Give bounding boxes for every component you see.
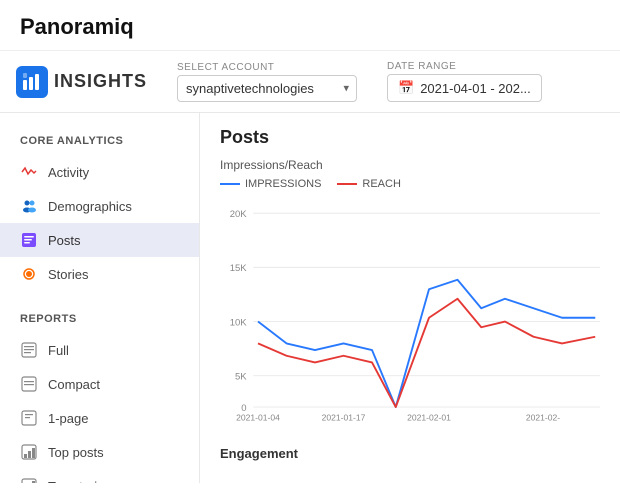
chart-label: Impressions/Reach: [220, 158, 600, 172]
account-select-wrapper: synaptivetechnologies: [177, 75, 357, 102]
svg-text:5K: 5K: [235, 372, 247, 383]
svg-text:2021-01-04: 2021-01-04: [236, 412, 280, 422]
compact-report-icon: [20, 375, 38, 393]
svg-text:15K: 15K: [230, 263, 248, 274]
svg-text:2021-02-: 2021-02-: [526, 412, 560, 422]
reports-section: REPORTS Full Compact 1-page: [0, 307, 199, 483]
engagement-label: Engagement: [220, 446, 600, 461]
svg-text:2021-01-17: 2021-01-17: [322, 412, 366, 422]
impressions-legend: IMPRESSIONS: [220, 178, 321, 190]
sidebar-item-full[interactable]: Full: [0, 333, 199, 367]
top-posts-icon: [20, 443, 38, 461]
account-select-label: SELECT ACCOUNT: [177, 62, 357, 73]
svg-text:10K: 10K: [230, 317, 248, 328]
sidebar-item-stories[interactable]: Stories: [0, 257, 199, 291]
main-content: Posts Impressions/Reach IMPRESSIONS REAC…: [200, 113, 620, 483]
core-analytics-title: CORE ANALYTICS: [0, 129, 199, 155]
sidebar-item-top-posts[interactable]: Top posts: [0, 435, 199, 469]
sidebar-item-activity[interactable]: Activity: [0, 155, 199, 189]
full-report-icon: [20, 341, 38, 359]
demographics-icon: [20, 197, 38, 215]
impressions-chart-container: Impressions/Reach IMPRESSIONS REACH 20K …: [220, 158, 600, 438]
sidebar-item-posts[interactable]: Posts: [0, 223, 199, 257]
page-title: Posts: [220, 127, 600, 148]
activity-icon: [20, 163, 38, 181]
date-range-group: DATE RANGE 📅 2021-04-01 - 202...: [387, 61, 542, 102]
svg-text:20K: 20K: [230, 209, 248, 220]
svg-text:2021-02-01: 2021-02-01: [407, 412, 451, 422]
posts-label: Posts: [48, 233, 81, 248]
top-stories-label: Top stories: [48, 479, 111, 484]
reach-legend-line: [337, 183, 357, 185]
account-select-group: SELECT ACCOUNT synaptivetechnologies: [177, 62, 357, 102]
posts-icon: [20, 231, 38, 249]
reports-title: REPORTS: [0, 307, 199, 333]
logo-text: INSIGHTS: [54, 71, 147, 92]
impressions-line: [258, 280, 595, 407]
impressions-legend-label: IMPRESSIONS: [245, 178, 321, 190]
logo-icon-box: [16, 66, 48, 98]
sidebar: CORE ANALYTICS Activity Demographics: [0, 113, 200, 483]
sidebar-item-1page[interactable]: 1-page: [0, 401, 199, 435]
sidebar-item-compact[interactable]: Compact: [0, 367, 199, 401]
insights-logo: INSIGHTS: [16, 66, 147, 98]
reach-legend: REACH: [337, 178, 401, 190]
sidebar-item-demographics[interactable]: Demographics: [0, 189, 199, 223]
date-range-label: DATE RANGE: [387, 61, 542, 72]
activity-label: Activity: [48, 165, 89, 180]
logo-svg: [22, 72, 42, 92]
1page-report-icon: [20, 409, 38, 427]
top-bar: INSIGHTS SELECT ACCOUNT synaptivetechnol…: [0, 51, 620, 113]
chart-svg-area: 20K 15K 10K 5K 0: [220, 198, 600, 438]
chart-legend: IMPRESSIONS REACH: [220, 178, 600, 190]
app-title: Panoramiq: [20, 14, 600, 40]
header: Panoramiq: [0, 0, 620, 51]
account-select[interactable]: synaptivetechnologies: [177, 75, 357, 102]
date-range-value[interactable]: 📅 2021-04-01 - 202...: [387, 74, 542, 102]
top-stories-icon: [20, 477, 38, 483]
date-range-text: 2021-04-01 - 202...: [420, 81, 531, 96]
reach-legend-label: REACH: [362, 178, 401, 190]
compact-label: Compact: [48, 377, 100, 392]
1page-label: 1-page: [48, 411, 88, 426]
sidebar-item-top-stories[interactable]: Top stories: [0, 469, 199, 483]
full-label: Full: [48, 343, 69, 358]
top-posts-label: Top posts: [48, 445, 104, 460]
impressions-legend-line: [220, 183, 240, 185]
impressions-svg: 20K 15K 10K 5K 0: [220, 198, 600, 428]
calendar-icon: 📅: [398, 80, 414, 96]
stories-icon: [20, 265, 38, 283]
reach-line: [258, 299, 595, 407]
main-layout: CORE ANALYTICS Activity Demographics: [0, 113, 620, 483]
demographics-label: Demographics: [48, 199, 132, 214]
stories-label: Stories: [48, 267, 88, 282]
